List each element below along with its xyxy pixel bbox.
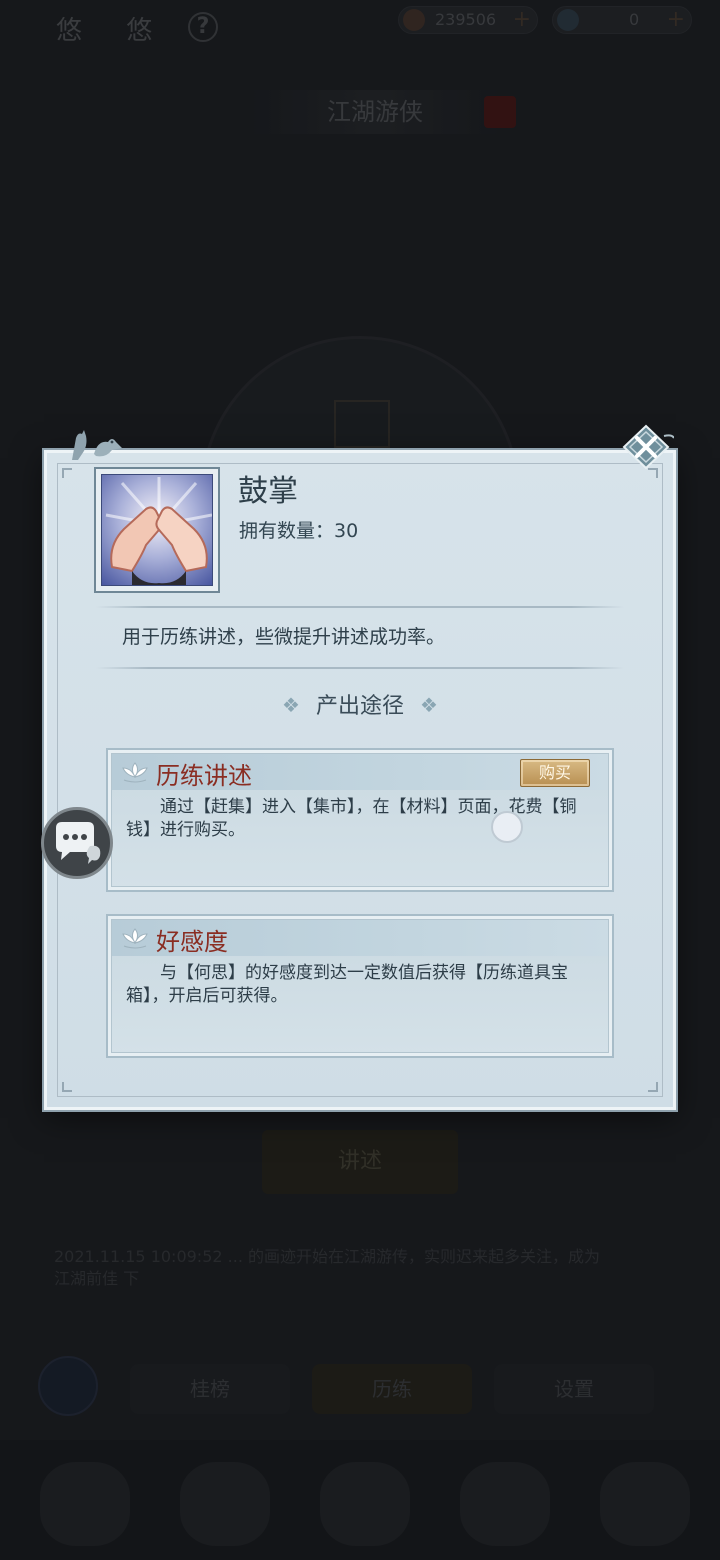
- source-card-title: 好感度: [156, 928, 228, 956]
- section-title: ❖ 产出途径 ❖: [0, 688, 720, 720]
- birds-icon: [72, 430, 122, 460]
- source-card-haogandu: 好感度 与【何思】的好感度到达一定数值后获得【历练道具宝箱】，开启后可获得。: [106, 914, 614, 1058]
- diamond-ornament-icon: ❖: [420, 693, 438, 717]
- source-card-description: 通过【赶集】进入【集市】，在【材料】页面，花费【铜钱】进行购买。: [126, 797, 577, 840]
- divider: [96, 667, 624, 669]
- source-card-header: 好感度: [112, 920, 608, 956]
- diamond-ornament-icon: ❖: [282, 693, 300, 717]
- item-count: 拥有数量：30: [239, 516, 358, 543]
- source-card-description: 与【何思】的好感度到达一定数值后获得【历练道具宝箱】，开启后可获得。: [126, 963, 568, 1006]
- lotus-icon: [122, 928, 148, 949]
- source-card-header: 历练讲述 购买: [112, 754, 608, 790]
- item-description: 用于历练讲述，些微提升讲述成功率。: [122, 626, 446, 648]
- item-name: 鼓掌: [238, 474, 298, 509]
- chat-bubble-icon: [56, 822, 101, 864]
- item-count-label: 拥有数量：: [239, 520, 335, 542]
- touch-indicator: [491, 811, 523, 843]
- close-icon: [622, 424, 675, 470]
- source-card-lilian: 历练讲述 购买 通过【赶集】进入【集市】，在【材料】页面，花费【铜钱】进行购买。: [106, 748, 614, 892]
- clapping-hands-icon: [101, 474, 213, 586]
- close-button[interactable]: [620, 424, 675, 470]
- source-card-title: 历练讲述: [156, 762, 252, 790]
- item-icon-frame: [94, 467, 220, 593]
- divider: [96, 606, 624, 608]
- buy-button[interactable]: 购买: [520, 759, 590, 787]
- section-title-text: 产出途径: [315, 694, 404, 719]
- item-count-value: 30: [334, 520, 359, 542]
- chat-float-button[interactable]: [41, 807, 113, 879]
- lotus-icon: [122, 762, 148, 783]
